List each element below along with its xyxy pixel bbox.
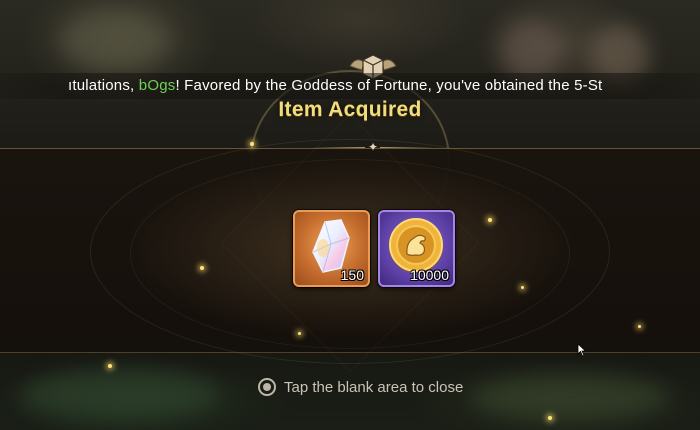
divider-ornament-left [310, 147, 365, 148]
reward-card-crystal[interactable]: 150 [293, 210, 370, 287]
bg-blur-shape [60, 10, 170, 70]
bg-blur-shape [470, 375, 670, 420]
close-hint-label: Tap the blank area to close [284, 378, 464, 396]
sparkle [108, 364, 112, 368]
player-name: bOgs [138, 77, 176, 94]
announcement-text: ıtulations, bOgs! Favored by the Goddess… [68, 77, 602, 94]
bg-blur-shape [500, 20, 560, 80]
reward-card-gold[interactable]: 10000 [378, 210, 455, 287]
divider-star-icon: ✦ [368, 140, 379, 154]
sparkle [548, 416, 552, 420]
announcement-prefix: ıtulations, [68, 77, 139, 94]
announcement-marquee: ıtulations, bOgs! Favored by the Goddess… [0, 73, 700, 99]
tap-ring-icon [258, 378, 276, 396]
dialog-title: Item Acquired [278, 98, 422, 121]
bg-blur-shape [20, 370, 220, 420]
sparkle [521, 286, 524, 289]
reward-quantity: 150 [340, 267, 364, 283]
announcement-suffix: ! Favored by the Goddess of Fortune, you… [175, 77, 603, 94]
divider-ornament-right [380, 147, 435, 148]
close-hint[interactable]: Tap the blank area to close [258, 377, 463, 397]
sparkle [298, 332, 301, 335]
mouse-cursor-icon [577, 343, 587, 357]
sparkle [638, 325, 641, 328]
sparkle [488, 218, 492, 222]
sparkle [250, 142, 254, 146]
reward-quantity: 10000 [410, 267, 449, 283]
sparkle [200, 266, 204, 270]
